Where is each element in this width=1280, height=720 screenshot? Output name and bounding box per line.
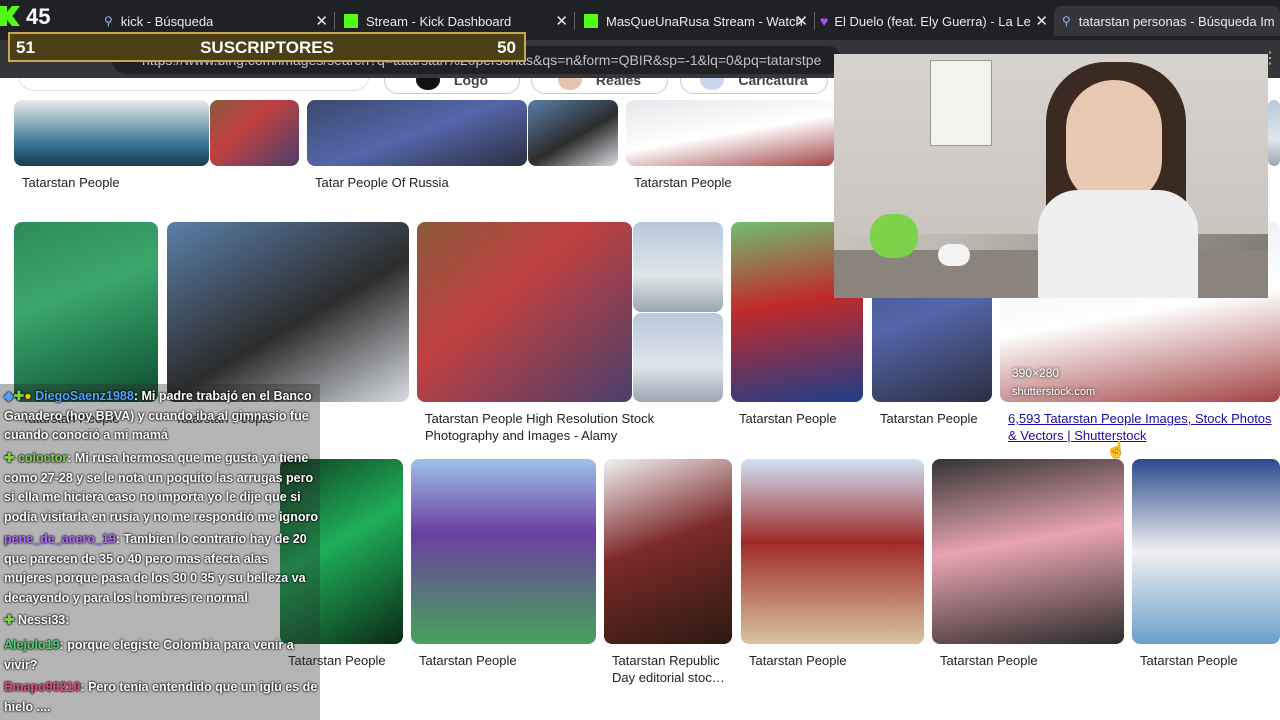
chat-username: Nessi33 (17, 613, 66, 627)
badge-icon: ✚ (13, 389, 25, 403)
result-image[interactable] (14, 100, 209, 166)
chat-username: DiegoSaenz1988 (35, 389, 134, 403)
streamer-body (1038, 190, 1198, 298)
result-image[interactable] (307, 100, 527, 166)
chat-message: ✚ Nessi33: (4, 611, 318, 631)
result-image[interactable] (1132, 459, 1280, 644)
badge-icon: ● (24, 389, 32, 403)
image-source-label: shutterstock.com (1012, 386, 1096, 398)
chat-username: Alejolo19 (4, 638, 60, 652)
close-tab-icon[interactable]: ✕ (555, 12, 568, 30)
image-size-label: 390×280 (1012, 366, 1060, 380)
calendar-icon (930, 60, 992, 146)
computer-mouse-icon (938, 244, 970, 266)
viewer-count: 45 (26, 4, 51, 29)
tab-divider (814, 12, 815, 30)
result-image[interactable] (604, 459, 732, 644)
tab-title: El Duelo (feat. Ely Guerra) - La Ley (834, 13, 1031, 29)
result-image[interactable] (741, 459, 924, 644)
mouse-cursor-icon: ☝ (1106, 442, 1126, 459)
chat-message: Emapo90210: Pero tenia entendido que un … (4, 678, 318, 717)
result-image[interactable] (417, 222, 632, 402)
result-caption[interactable]: Tatarstan People (1140, 652, 1238, 669)
streamer-face (1066, 80, 1162, 204)
result-image[interactable] (633, 313, 723, 402)
tab-title: Stream - Kick Dashboard (366, 13, 512, 29)
result-caption[interactable]: Tatarstan People (880, 410, 978, 427)
result-caption[interactable]: Tatarstan People (749, 652, 847, 669)
result-caption-link[interactable]: 6,593 Tatarstan People Images, Stock Pho… (1008, 410, 1280, 444)
sub-goal-count: 50 (497, 38, 516, 57)
filter-label: Caricatura (738, 78, 808, 88)
badge-icon: ✚ (4, 613, 15, 627)
chat-username: coloctor (17, 451, 68, 465)
filter-logo-pill[interactable]: Logo (384, 78, 520, 94)
chat-text: : (65, 613, 70, 627)
close-tab-icon[interactable]: ✕ (795, 12, 808, 30)
result-caption[interactable]: Tatar People Of Russia (315, 174, 449, 191)
search-icon: ⚲ (104, 14, 113, 28)
chat-message: Alejolo19: porque elegiste Colombia para… (4, 636, 318, 675)
search-icon: ⚲ (1062, 14, 1071, 28)
result-caption[interactable]: Tatarstan People (419, 652, 517, 669)
search-box[interactable] (18, 78, 370, 91)
tab-title: kick - Búsqueda (120, 13, 214, 29)
caricatura-thumb-icon (700, 78, 725, 90)
stream-chat-overlay: ◆✚● DiegoSaenz1988: Mi padre trabajó en … (0, 384, 320, 720)
result-image[interactable] (626, 100, 834, 166)
filter-label: Logo (453, 78, 489, 88)
close-tab-icon[interactable]: ✕ (1035, 12, 1048, 30)
result-image[interactable] (411, 459, 596, 644)
tab-el-duelo[interactable]: ♥ El Duelo (feat. Ely Guerra) - La Ley ✕ (816, 6, 1052, 36)
result-image[interactable] (1268, 100, 1280, 166)
tab-masqueunarusa[interactable]: MasQueUnaRusa Stream - Watch Li ✕ (576, 6, 812, 36)
reales-thumb-icon (557, 78, 582, 90)
result-caption[interactable]: Tatarstan People (739, 410, 837, 427)
filter-label: Reales (595, 78, 642, 88)
subscriber-goal-bar: 51 SUSCRIPTORES 50 (8, 32, 526, 62)
result-caption[interactable]: Tatarstan People (634, 174, 732, 191)
result-image[interactable] (528, 100, 618, 166)
chat-username: Emapo90210 (4, 680, 81, 694)
result-caption[interactable]: Tatarstan Republic Day editorial stoc… (612, 652, 732, 686)
result-image[interactable] (633, 222, 723, 312)
tab-tatarstan-search[interactable]: ⚲ tatarstan personas - Búsqueda Imá (1054, 6, 1280, 36)
chat-username: pene_de_acero_19 (4, 532, 116, 546)
result-caption[interactable]: Tatarstan People (940, 652, 1038, 669)
chat-message: ◆✚● DiegoSaenz1988: Mi padre trabajó en … (4, 387, 318, 446)
tab-title: tatarstan personas - Búsqueda Imá (1078, 13, 1275, 29)
filter-caricatura-pill[interactable]: Caricatura (680, 78, 828, 94)
kick-icon (584, 14, 598, 28)
result-image[interactable] (14, 222, 158, 402)
tab-divider (574, 12, 575, 30)
tab-title: MasQueUnaRusa Stream - Watch Li (606, 13, 802, 29)
tab-divider (334, 12, 335, 30)
close-tab-icon[interactable]: ✕ (315, 12, 328, 30)
kick-icon (344, 14, 358, 28)
screen: ⚲ kick - Búsqueda ✕ Stream - Kick Dashbo… (0, 0, 1280, 720)
green-plush-toy-icon (870, 214, 918, 258)
badge-icon: ◆ (4, 389, 14, 403)
sub-goal-label: SUSCRIPTORES (200, 38, 334, 57)
result-caption[interactable]: Tatarstan People (22, 174, 120, 191)
chat-message: pene_de_acero_19: Tambien lo contrario h… (4, 530, 318, 608)
result-image[interactable] (932, 459, 1124, 644)
badge-icon: ✚ (4, 451, 15, 465)
result-caption[interactable]: Tatarstan People High Resolution Stock P… (425, 410, 705, 444)
heart-icon: ♥ (820, 13, 829, 29)
streamer-webcam (834, 54, 1268, 298)
chat-message: ✚ coloctor: Mi rusa hermosa que me gusta… (4, 449, 318, 527)
logo-thumb-icon (415, 78, 440, 90)
result-image[interactable] (167, 222, 409, 402)
result-image[interactable] (210, 100, 299, 166)
filter-reales-pill[interactable]: Reales (531, 78, 668, 94)
